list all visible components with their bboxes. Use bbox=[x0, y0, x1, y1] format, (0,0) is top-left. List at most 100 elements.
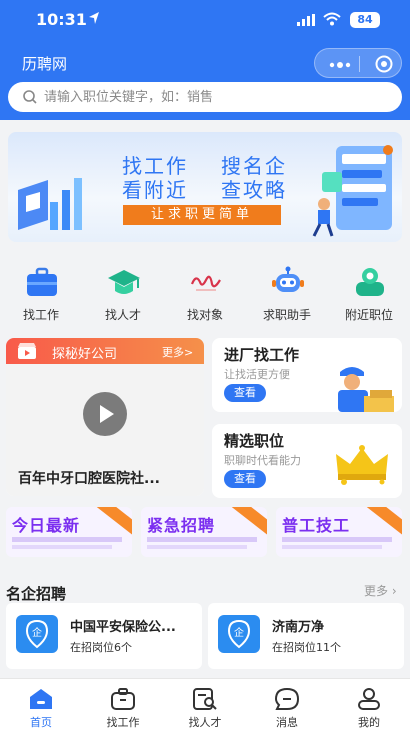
mini-program-capsule bbox=[314, 48, 402, 78]
factory-card-title: 进厂找工作 bbox=[224, 346, 300, 364]
quick-nav-label: 求职助手 bbox=[262, 308, 311, 322]
company-showcase-card[interactable]: 探秘好公司 更多> 百年中牙口腔医院社... bbox=[6, 338, 204, 496]
enterprise-pin-icon: 企 bbox=[227, 619, 251, 649]
svg-text:企: 企 bbox=[32, 626, 42, 639]
company-video[interactable]: 百年中牙口腔医院社... bbox=[6, 364, 204, 496]
status-time: 10:31 bbox=[36, 10, 87, 29]
battery-indicator: 84 bbox=[350, 12, 380, 28]
promo-tile-strip bbox=[12, 545, 112, 549]
quick-nav-label: 找对象 bbox=[186, 308, 223, 322]
worker-illustration-icon bbox=[338, 367, 394, 412]
hot-ribbon-icon bbox=[362, 507, 402, 538]
search-bar[interactable] bbox=[8, 82, 402, 112]
bottom-tab-bar: 首页 找工作 找人才 消息 我的 bbox=[0, 678, 410, 730]
quick-nav-job-assistant[interactable]: 求职助手 bbox=[246, 262, 328, 326]
more-dots-icon[interactable] bbox=[329, 62, 351, 68]
factory-jobs-card[interactable]: 进厂找工作 让找活更方便 查看 bbox=[212, 338, 402, 412]
hot-ribbon-icon bbox=[92, 507, 132, 538]
company-job-count: 在招岗位6个 bbox=[70, 641, 132, 654]
famous-companies-title: 名企招聘 bbox=[6, 585, 67, 603]
promo-tile-strip bbox=[147, 537, 257, 542]
briefcase-icon bbox=[111, 688, 135, 710]
company-name: 中国平安保险公... bbox=[70, 620, 176, 635]
clapperboard-icon bbox=[18, 343, 36, 359]
selected-card-view-button[interactable]: 查看 bbox=[224, 470, 266, 488]
selected-card-subtitle: 职聊时代看能力 bbox=[224, 454, 301, 467]
factory-card-subtitle: 让找活更方便 bbox=[224, 368, 290, 381]
status-bar: 10:31 84 bbox=[0, 0, 410, 40]
tab-label: 消息 bbox=[276, 716, 298, 729]
quick-nav: 找工作 找人才 找对象 求职助手 附近职位 bbox=[0, 262, 410, 326]
promo-banner[interactable]: 找工作 看附近 搜名企 查攻略 让求职更简单 bbox=[8, 132, 402, 242]
heart-script-icon bbox=[190, 275, 221, 291]
promo-tile-strip bbox=[282, 537, 392, 542]
enterprise-pin-icon: 企 bbox=[25, 619, 49, 649]
capsule-divider bbox=[359, 56, 360, 72]
app-title: 历聘网 bbox=[22, 55, 68, 73]
search-icon bbox=[23, 90, 37, 104]
company-showcase-more[interactable]: 更多> bbox=[162, 344, 193, 360]
graduation-cap-icon bbox=[108, 270, 140, 294]
tab-find-talent[interactable]: 找人才 bbox=[164, 679, 246, 730]
famous-more-label: 更多 bbox=[364, 584, 389, 598]
company-logo: 企 bbox=[218, 615, 260, 653]
company-name: 百年中牙口腔医院社... bbox=[18, 471, 160, 487]
promo-tile-urgent[interactable]: 紧急招聘 bbox=[141, 507, 267, 557]
tab-home[interactable]: 首页 bbox=[0, 679, 82, 730]
company-logo: 企 bbox=[16, 615, 58, 653]
company-card[interactable]: 企 中国平安保险公... 在招岗位6个 bbox=[6, 603, 202, 669]
signal-icon bbox=[297, 14, 315, 26]
close-target-icon[interactable] bbox=[375, 55, 393, 73]
factory-card-view-button[interactable]: 查看 bbox=[224, 384, 266, 402]
home-icon bbox=[30, 689, 52, 709]
promo-tile-general-workers[interactable]: 普工技工 bbox=[276, 507, 402, 557]
promo-tile-strip bbox=[12, 537, 122, 542]
banner-line-4: 查攻略 bbox=[221, 178, 287, 202]
message-icon bbox=[274, 687, 300, 710]
banner-cta[interactable]: 让求职更简单 bbox=[123, 205, 281, 225]
dashboard-person-illustration-icon bbox=[312, 145, 393, 237]
chart-illustration-icon bbox=[18, 178, 82, 230]
company-showcase-title: 探秘好公司 bbox=[52, 347, 118, 362]
tab-label: 找人才 bbox=[188, 716, 222, 729]
quick-nav-find-job[interactable]: 找工作 bbox=[0, 262, 82, 326]
play-icon[interactable] bbox=[83, 392, 127, 436]
wifi-icon bbox=[323, 12, 341, 26]
company-showcase-header: 探秘好公司 更多> bbox=[6, 338, 204, 364]
robot-icon bbox=[272, 266, 304, 292]
tab-label: 找工作 bbox=[106, 716, 140, 729]
company-job-count: 在招岗位11个 bbox=[272, 641, 341, 654]
search-people-icon bbox=[193, 688, 217, 710]
quick-nav-label: 找人才 bbox=[104, 308, 141, 322]
quick-nav-nearby-jobs[interactable]: 附近职位 bbox=[328, 262, 410, 326]
quick-nav-find-talent[interactable]: 找人才 bbox=[82, 262, 164, 326]
selected-card-title: 精选职位 bbox=[224, 432, 285, 450]
location-person-icon bbox=[356, 268, 384, 296]
user-icon bbox=[358, 688, 380, 710]
promo-tile-title: 普工技工 bbox=[282, 516, 351, 535]
promo-tile-title: 今日最新 bbox=[12, 516, 81, 535]
quick-nav-find-partner[interactable]: 找对象 bbox=[164, 262, 246, 326]
tab-profile[interactable]: 我的 bbox=[328, 679, 410, 730]
company-card[interactable]: 企 济南万净 在招岗位11个 bbox=[208, 603, 404, 669]
promo-tile-title: 紧急招聘 bbox=[147, 516, 216, 535]
header: 10:31 84 历聘网 bbox=[0, 0, 410, 120]
selected-jobs-card[interactable]: 精选职位 职聊时代看能力 查看 bbox=[212, 424, 402, 498]
search-input[interactable] bbox=[44, 87, 384, 107]
location-arrow-icon bbox=[89, 12, 99, 24]
quick-nav-label: 找工作 bbox=[22, 308, 59, 322]
promo-tile-strip bbox=[282, 545, 382, 549]
tab-label: 我的 bbox=[358, 716, 380, 729]
briefcase-icon bbox=[27, 267, 57, 296]
svg-text:企: 企 bbox=[234, 626, 244, 639]
hot-ribbon-icon bbox=[227, 507, 267, 538]
quick-nav-label: 附近职位 bbox=[344, 308, 393, 322]
promo-tile-today-latest[interactable]: 今日最新 bbox=[6, 507, 132, 557]
promo-tile-strip bbox=[147, 545, 247, 549]
tab-find-job[interactable]: 找工作 bbox=[82, 679, 164, 730]
company-name: 济南万净 bbox=[272, 620, 325, 635]
banner-line-2: 看附近 bbox=[122, 178, 188, 202]
tab-label: 首页 bbox=[30, 716, 52, 729]
famous-companies-more[interactable]: 更多 › bbox=[364, 582, 397, 599]
tab-messages[interactable]: 消息 bbox=[246, 679, 328, 730]
